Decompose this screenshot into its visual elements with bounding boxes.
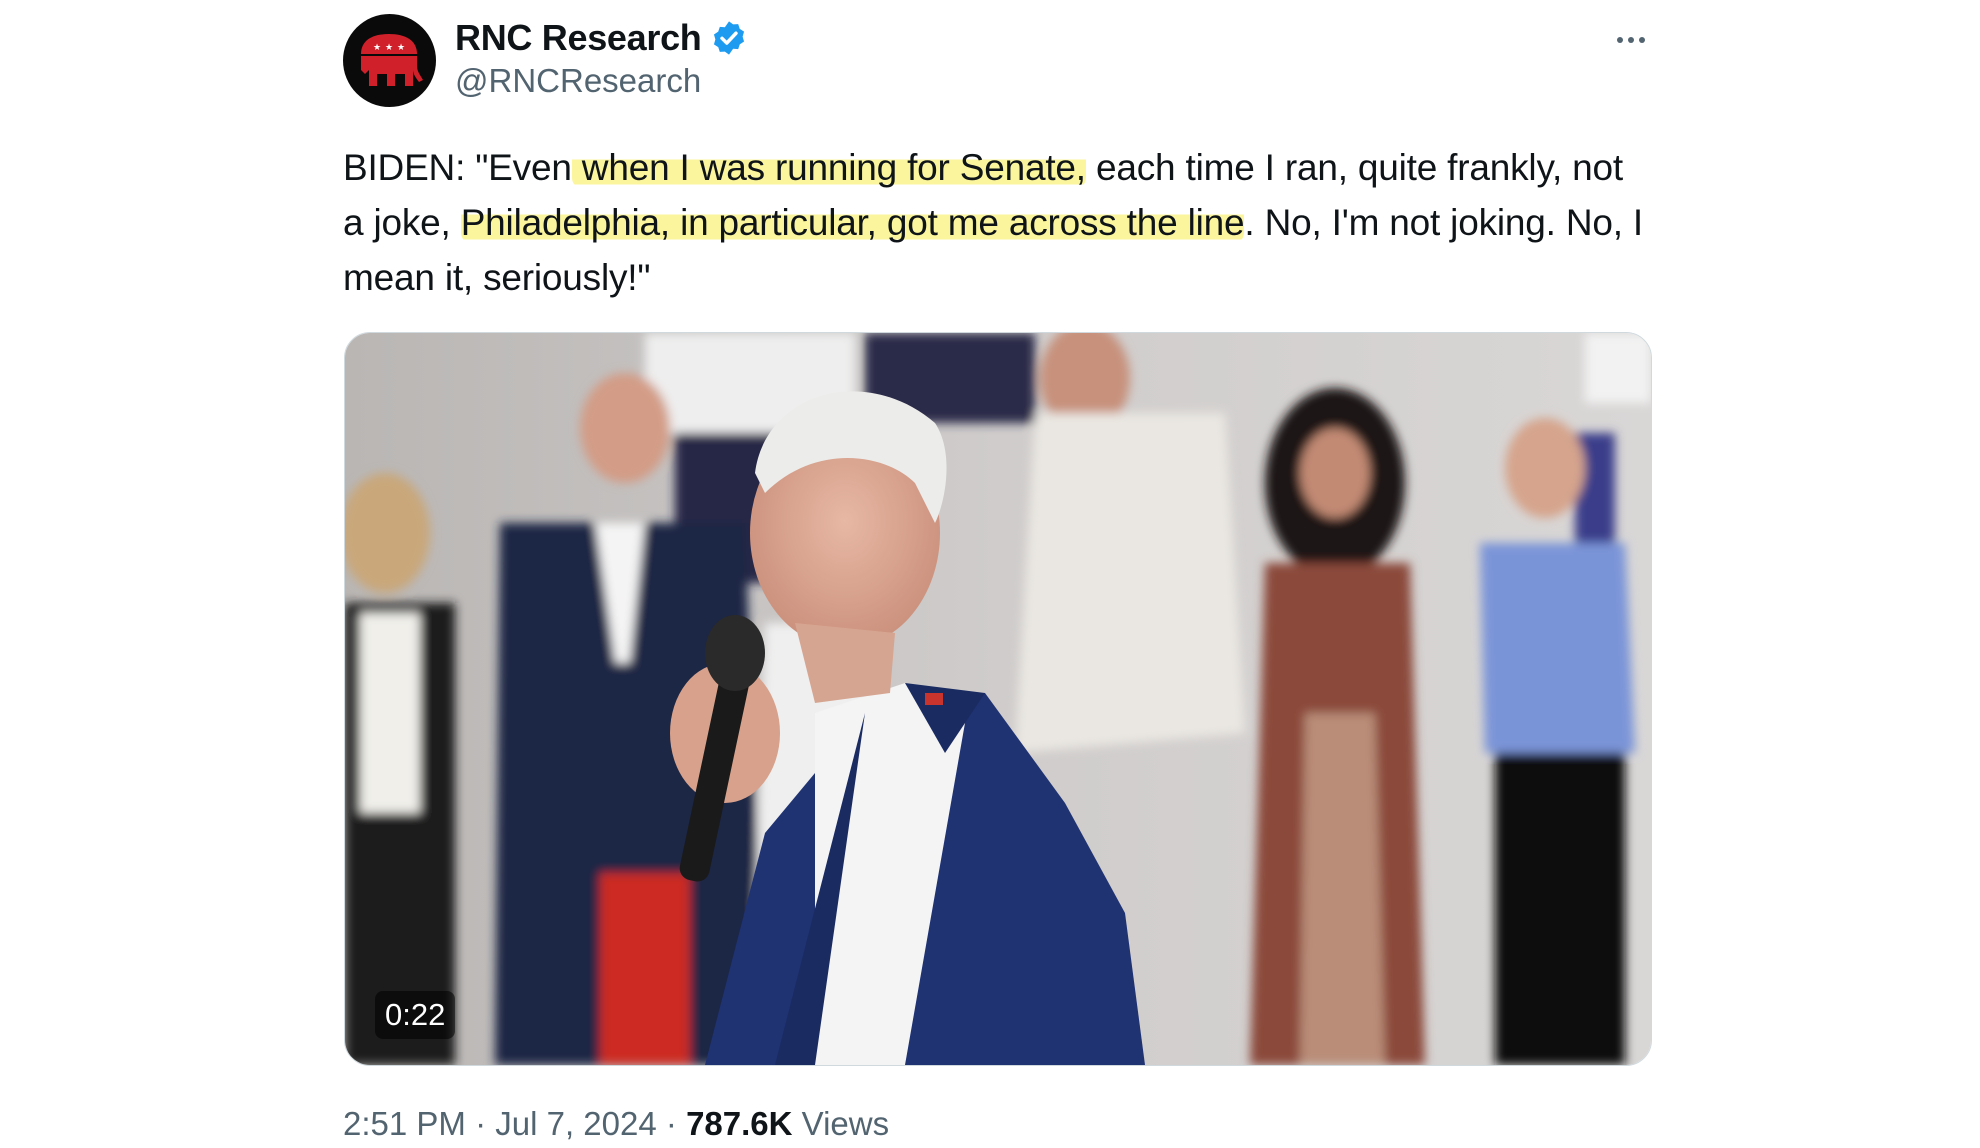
highlighted-text-senate: when I was running for Senate, xyxy=(571,147,1086,188)
author-handle[interactable]: @RNCResearch xyxy=(455,62,701,100)
svg-text:★: ★ xyxy=(397,43,405,53)
svg-text:★: ★ xyxy=(373,43,381,53)
more-dot xyxy=(1628,37,1634,43)
highlighted-text-philadelphia: Philadelphia, in particular, got me acro… xyxy=(460,202,1245,243)
svg-text:★: ★ xyxy=(385,43,393,53)
tweet-meta: 2:51 PM · Jul 7, 2024 · 787.6K Views xyxy=(343,1105,889,1143)
author-display-name[interactable]: RNC Research xyxy=(455,17,702,59)
tweet-card: ★ ★ ★ RNC Research @RNCResearch BIDEN: "… xyxy=(343,0,1653,1148)
avatar[interactable]: ★ ★ ★ xyxy=(343,14,436,107)
tweet-text-segment: BIDEN: "Even xyxy=(343,147,572,188)
tweet-date[interactable]: Jul 7, 2024 xyxy=(495,1105,656,1142)
meta-separator: · xyxy=(665,1105,677,1142)
more-dots-icon xyxy=(1617,37,1623,43)
video-player[interactable]: 0:22 xyxy=(344,332,1652,1066)
views-label: Views xyxy=(801,1105,890,1142)
video-duration-badge: 0:22 xyxy=(375,991,456,1039)
more-options-button[interactable] xyxy=(1609,22,1653,58)
author-name-row: RNC Research xyxy=(455,14,748,62)
tweet-text: BIDEN: "Even when I was running for Sena… xyxy=(343,140,1653,305)
gop-elephant-logo-icon: ★ ★ ★ xyxy=(361,34,423,86)
verified-badge-icon[interactable] xyxy=(710,19,748,57)
views-count[interactable]: 787.6K xyxy=(686,1105,792,1142)
tweet-time[interactable]: 2:51 PM xyxy=(343,1105,466,1142)
meta-separator: · xyxy=(475,1105,487,1142)
more-dot xyxy=(1639,37,1645,43)
video-thumbnail xyxy=(345,333,1651,1065)
